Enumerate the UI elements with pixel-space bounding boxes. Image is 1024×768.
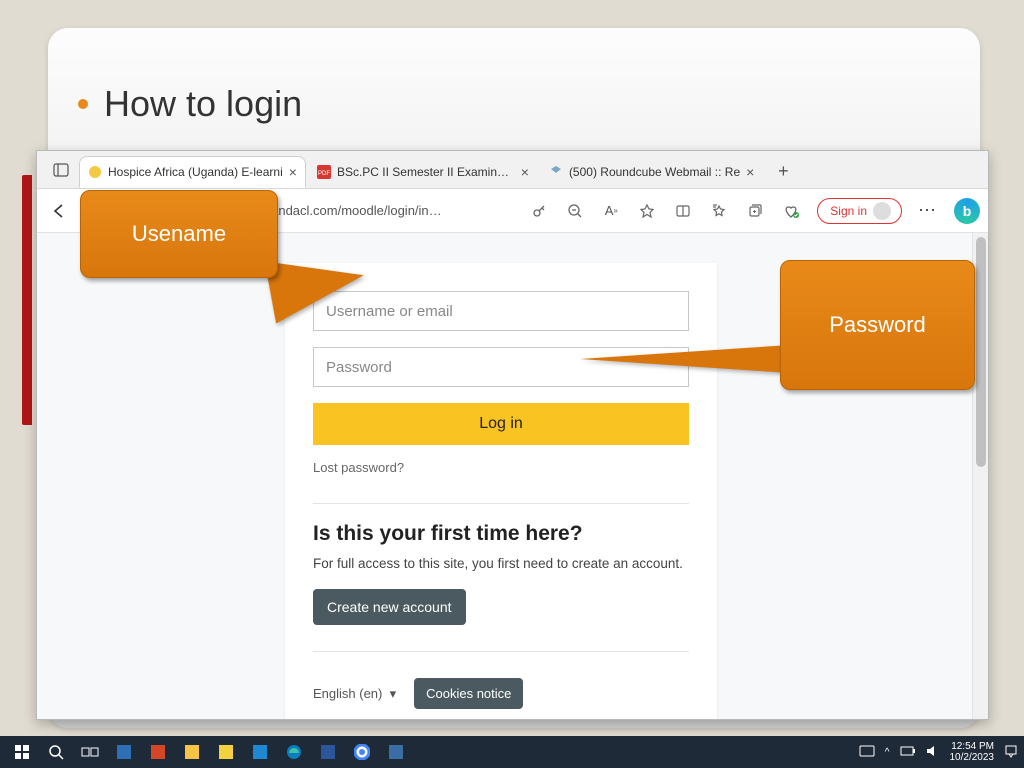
divider: [313, 651, 689, 652]
tab-strip: Hospice Africa (Uganda) E-learni × PDF B…: [37, 151, 988, 189]
mail-icon[interactable]: [244, 738, 276, 766]
pdf-icon: PDF: [317, 165, 331, 179]
url-fragment[interactable]: plandacl.com/moodle/login/in…: [261, 203, 442, 218]
notes-icon[interactable]: [210, 738, 242, 766]
collections-icon[interactable]: [745, 201, 765, 221]
callout-password: Password: [780, 260, 975, 390]
toolbar-icons: A» Sign in ⋯ b: [529, 198, 980, 224]
time-text: 12:54 PM: [950, 741, 995, 752]
clock[interactable]: 12:54 PM 10/2/2023: [950, 741, 995, 763]
callout-text: Password: [829, 312, 926, 338]
task-view-icon[interactable]: [74, 738, 106, 766]
language-label: English (en): [313, 686, 382, 701]
favorite-icon[interactable]: [637, 201, 657, 221]
slide-title-row: How to login: [78, 83, 302, 125]
slide-title: How to login: [104, 83, 302, 125]
explorer-icon[interactable]: [176, 738, 208, 766]
heart-icon[interactable]: [781, 201, 801, 221]
language-select[interactable]: English (en) ▾: [313, 686, 396, 702]
new-tab-button[interactable]: +: [769, 157, 797, 185]
edge-icon[interactable]: [278, 738, 310, 766]
first-time-desc: For full access to this site, you first …: [313, 556, 689, 571]
chrome-icon[interactable]: [346, 738, 378, 766]
avatar-icon: [873, 202, 891, 220]
username-input[interactable]: [313, 291, 689, 331]
word-icon[interactable]: [312, 738, 344, 766]
cookies-button[interactable]: Cookies notice: [414, 678, 523, 709]
tab-bsc[interactable]: PDF BSc.PC II Semester II Examination ×: [308, 156, 538, 188]
close-icon[interactable]: ×: [746, 164, 754, 180]
tab-roundcube[interactable]: (500) Roundcube Webmail :: Re ×: [540, 156, 763, 188]
first-time-heading: Is this your first time here?: [313, 522, 689, 546]
favorites-bar-icon[interactable]: [709, 201, 729, 221]
text-size-icon[interactable]: A»: [601, 201, 621, 221]
tab-label: Hospice Africa (Uganda) E-learni: [108, 165, 283, 179]
signin-label: Sign in: [830, 204, 867, 218]
back-button[interactable]: [45, 197, 73, 225]
tab-actions-icon[interactable]: [43, 155, 79, 185]
decorative-sliver: [22, 175, 32, 425]
bing-icon[interactable]: b: [954, 198, 980, 224]
search-icon[interactable]: [40, 738, 72, 766]
key-icon[interactable]: [529, 201, 549, 221]
tab-hospice[interactable]: Hospice Africa (Uganda) E-learni ×: [79, 156, 306, 188]
callout-username: Usename: [80, 190, 278, 278]
close-icon[interactable]: ×: [289, 164, 297, 180]
divider: [313, 503, 689, 504]
lost-password-link[interactable]: Lost password?: [313, 460, 404, 475]
callout-text: Usename: [132, 221, 226, 247]
footer-row: English (en) ▾ Cookies notice: [313, 678, 689, 709]
powerpoint-icon[interactable]: [142, 738, 174, 766]
zoom-icon[interactable]: [565, 201, 585, 221]
create-account-button[interactable]: Create new account: [313, 589, 466, 625]
close-icon[interactable]: ×: [521, 164, 529, 180]
login-button[interactable]: Log in: [313, 403, 689, 445]
split-icon[interactable]: [673, 201, 693, 221]
input-indicator-icon[interactable]: [859, 745, 875, 760]
scroll-thumb[interactable]: [976, 237, 986, 467]
tab-label: BSc.PC II Semester II Examination: [337, 165, 515, 179]
system-tray[interactable]: ^ 12:54 PM 10/2/2023: [859, 741, 1018, 763]
taskbar: ^ 12:54 PM 10/2/2023: [0, 736, 1024, 768]
bullet-icon: [78, 99, 88, 109]
tab-label: (500) Roundcube Webmail :: Re: [569, 165, 740, 179]
store-icon[interactable]: [108, 738, 140, 766]
calculator-icon[interactable]: [380, 738, 412, 766]
notifications-icon[interactable]: [1004, 744, 1018, 761]
start-button[interactable]: [6, 738, 38, 766]
volume-icon[interactable]: [926, 745, 940, 760]
battery-icon[interactable]: [900, 746, 916, 759]
signin-button[interactable]: Sign in: [817, 198, 902, 224]
more-icon[interactable]: ⋯: [918, 200, 938, 221]
mail-icon: [549, 165, 563, 179]
svg-text:PDF: PDF: [318, 171, 330, 177]
date-text: 10/2/2023: [950, 752, 995, 763]
tray-chevron-icon[interactable]: ^: [885, 747, 890, 758]
callout-tail-icon: [580, 345, 790, 373]
favicon-icon: [88, 165, 102, 179]
